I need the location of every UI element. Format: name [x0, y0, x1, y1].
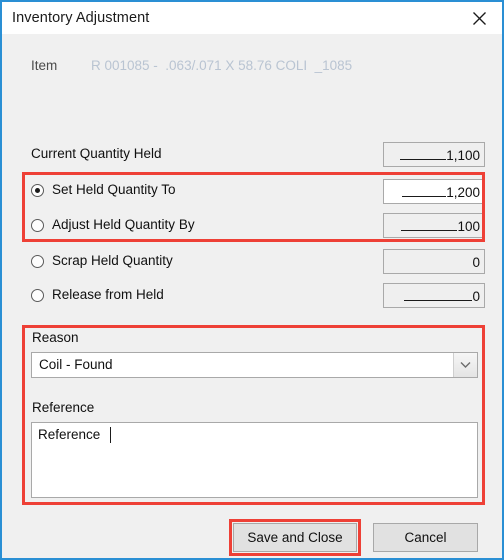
release-from-held-label: Release from Held — [52, 287, 164, 302]
scrap-held-quantity-value: 0 — [472, 255, 480, 270]
release-from-held-field[interactable]: 0 — [383, 283, 485, 308]
radio-release-from-held[interactable] — [31, 289, 44, 302]
reason-dropdown[interactable]: Coil - Found — [31, 352, 478, 378]
set-held-quantity-to-value: 1,200 — [402, 184, 480, 201]
item-label: Item — [31, 58, 58, 73]
set-held-quantity-to-field[interactable]: 1,200 — [383, 179, 485, 204]
close-icon[interactable] — [457, 2, 502, 34]
adjust-held-quantity-by-label: Adjust Held Quantity By — [52, 217, 195, 232]
adjust-held-quantity-by-field[interactable]: 100 — [383, 213, 485, 238]
dialog-body: Item R 001085 - .063/.071 X 58.76 COLI _… — [2, 34, 502, 558]
reference-textarea[interactable]: Reference — [31, 422, 478, 498]
radio-adjust-held-quantity-by[interactable] — [31, 219, 44, 232]
cancel-button[interactable]: Cancel — [373, 523, 478, 552]
adjust-held-quantity-by-value: 100 — [401, 218, 480, 235]
text-caret — [110, 427, 111, 443]
current-quantity-held-label: Current Quantity Held — [31, 146, 162, 161]
scrap-held-quantity-label: Scrap Held Quantity — [52, 253, 173, 268]
reason-label: Reason — [32, 330, 79, 345]
current-quantity-held-value: 1,100 — [400, 147, 480, 164]
reason-selected-value: Coil - Found — [39, 357, 113, 372]
scrap-held-quantity-field[interactable]: 0 — [383, 249, 485, 274]
window-titlebar: Inventory Adjustment — [2, 0, 502, 34]
inventory-adjustment-dialog: Inventory Adjustment Item R 001085 - .06… — [0, 0, 504, 560]
reference-label: Reference — [32, 400, 95, 415]
radio-scrap-held-quantity[interactable] — [31, 255, 44, 268]
reference-value: Reference — [38, 427, 105, 442]
current-quantity-held-field: 1,100 — [383, 142, 485, 167]
item-value: R 001085 - .063/.071 X 58.76 COLI _1085 — [91, 58, 353, 73]
set-held-quantity-to-label: Set Held Quantity To — [52, 182, 176, 197]
release-from-held-value: 0 — [404, 288, 480, 305]
chevron-down-icon[interactable] — [453, 353, 477, 377]
save-and-close-button[interactable]: Save and Close — [233, 523, 357, 552]
radio-set-held-quantity-to[interactable] — [31, 184, 44, 197]
window-title: Inventory Adjustment — [12, 10, 150, 26]
